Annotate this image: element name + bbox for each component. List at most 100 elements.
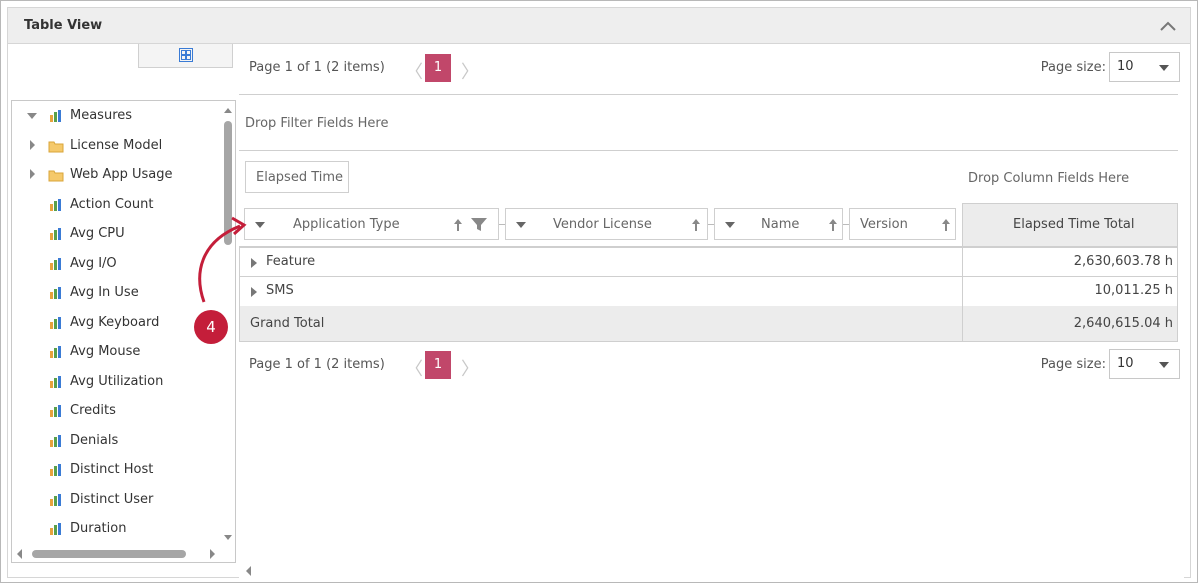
next-page-icon[interactable]: 〉 <box>461 355 479 381</box>
column-drop-area[interactable]: Drop Column Fields Here <box>968 171 1129 186</box>
grid-layout-icon <box>179 48 193 62</box>
sort-ascending-icon[interactable] <box>941 218 951 232</box>
bar-chart-icon <box>50 493 61 506</box>
field-list-item[interactable]: Measures <box>12 104 220 128</box>
page-size-value: 10 <box>1117 356 1134 371</box>
scroll-left-icon[interactable] <box>14 546 24 562</box>
field-list-item[interactable]: Avg Keyboard <box>12 311 220 335</box>
grand-total-value: 2,640,615.04 h <box>1073 316 1173 331</box>
field-list-item-label: Distinct User <box>70 491 154 507</box>
scroll-up-icon[interactable] <box>221 105 235 115</box>
next-page-icon[interactable]: 〉 <box>461 58 479 84</box>
bar-chart-icon <box>50 287 61 299</box>
expanded-arrow-icon[interactable] <box>27 110 37 120</box>
field-list-item[interactable]: License Model <box>12 134 220 158</box>
chevron-down-icon[interactable] <box>725 222 735 228</box>
grand-total-column-header: Elapsed Time Total <box>962 203 1178 247</box>
pager-summary: Page 1 of 1 (2 items) <box>249 357 385 372</box>
pager-summary: Page 1 of 1 (2 items) <box>249 60 385 75</box>
bar-chart-icon <box>50 316 61 329</box>
scroll-left-icon[interactable] <box>243 563 253 579</box>
bar-chart-icon <box>50 346 61 358</box>
expand-row-icon[interactable] <box>251 287 257 297</box>
bar-chart-icon <box>50 523 61 535</box>
row-field-label: Version <box>860 217 908 232</box>
expand-row-icon[interactable] <box>251 258 257 268</box>
scroll-down-icon[interactable] <box>221 533 235 543</box>
collapse-panel-button[interactable] <box>1158 17 1178 35</box>
field-list-item[interactable]: Distinct User <box>12 488 220 512</box>
table-row[interactable]: Feature 2,630,603.78 h <box>239 247 1178 277</box>
prev-page-icon[interactable]: 〈 <box>405 58 423 84</box>
row-value: 10,011.25 h <box>1094 283 1173 298</box>
field-list-item[interactable]: Credits <box>12 399 220 423</box>
prev-page-icon[interactable]: 〈 <box>405 355 423 381</box>
field-list-item-label: Action Count <box>70 196 154 212</box>
field-list-item-label: Avg Mouse <box>70 344 141 359</box>
pivot-grid: Duration Distinct User Distinct Host Denial… <box>7 44 1191 579</box>
bar-chart-icon <box>50 434 61 447</box>
page-button-1[interactable]: 1 <box>425 351 451 379</box>
pager-top: Page 1 of 1 (2 items) 〈 1 〉 Page size: 1… <box>239 49 1184 89</box>
chevron-up-icon <box>1160 21 1176 31</box>
scroll-right-icon[interactable] <box>208 546 218 562</box>
bar-chart-icon <box>50 110 61 122</box>
row-field-name[interactable]: Name <box>714 208 843 240</box>
sort-ascending-icon[interactable] <box>691 218 701 232</box>
field-list-item-label: Credits <box>70 403 116 418</box>
table-view-panel: Table View Duration Distinct User Distinct… <box>0 0 1198 583</box>
field-list-item-label: Measures <box>70 108 133 123</box>
cell-separator <box>962 306 963 341</box>
divider <box>239 150 1178 151</box>
row-field-label: Name <box>761 217 800 232</box>
field-list-item[interactable]: Web App Usage <box>12 163 220 187</box>
row-value: 2,630,603.78 h <box>1073 254 1173 269</box>
field-list-item-label: License Model <box>70 137 163 153</box>
cell-separator <box>962 248 963 276</box>
bar-chart-icon <box>50 257 61 270</box>
field-list-item[interactable]: Denials <box>12 429 220 453</box>
divider <box>239 94 1178 95</box>
sort-ascending-icon[interactable] <box>453 218 463 232</box>
field-list-item[interactable]: Avg Utilization <box>12 370 220 394</box>
field-list-item[interactable]: Action Count <box>12 193 220 217</box>
cell-separator <box>962 277 963 306</box>
collapsed-arrow-icon[interactable] <box>27 169 37 179</box>
row-label: Feature <box>266 254 316 269</box>
table-row[interactable]: SMS 10,011.25 h <box>239 277 1178 307</box>
chevron-down-icon[interactable] <box>255 222 265 228</box>
data-field-elapsed-time[interactable]: Elapsed Time <box>245 161 349 193</box>
field-list-item[interactable]: Duration <box>12 517 220 541</box>
field-list-horizontal-scrollbar[interactable] <box>12 546 235 562</box>
horizontal-scroll-thumb[interactable] <box>32 550 186 558</box>
row-field-application-type[interactable]: Application Type <box>244 208 499 240</box>
row-field-vendor-license[interactable]: Vendor License <box>505 208 708 240</box>
data-field-label: Elapsed Time <box>256 170 344 185</box>
sort-ascending-icon[interactable] <box>828 218 838 232</box>
chevron-down-icon <box>1159 65 1169 71</box>
filter-icon[interactable] <box>471 218 487 232</box>
field-list-item[interactable]: Distinct Host <box>12 458 220 482</box>
collapsed-arrow-icon[interactable] <box>27 139 37 150</box>
filter-drop-area[interactable]: Drop Filter Fields Here <box>245 116 388 131</box>
grand-total-row: Grand Total 2,640,615.04 h <box>239 306 1178 342</box>
field-list-item-label: Avg In Use <box>70 285 139 300</box>
panel-header: Table View <box>7 7 1191 44</box>
page-size-label: Page size: <box>1040 357 1106 372</box>
folder-icon <box>48 141 64 152</box>
page-size-select[interactable]: 10 <box>1109 52 1180 82</box>
field-list-item-label: Web App Usage <box>70 167 173 182</box>
bar-chart-icon <box>50 375 61 388</box>
field-list-item[interactable]: Avg Mouse <box>12 340 220 364</box>
row-field-label: Vendor License <box>553 217 652 232</box>
row-field-version[interactable]: Version <box>849 208 956 240</box>
field-list-item-label: Avg Keyboard <box>70 314 160 330</box>
field-list-layout-button[interactable] <box>138 44 233 68</box>
grid-horizontal-scrollbar[interactable] <box>239 563 1184 579</box>
row-field-label: Application Type <box>293 217 400 232</box>
bar-chart-icon <box>50 198 61 211</box>
page-size-select[interactable]: 10 <box>1109 349 1180 379</box>
bar-chart-icon <box>50 464 61 476</box>
page-button-1[interactable]: 1 <box>425 54 451 82</box>
chevron-down-icon[interactable] <box>516 222 526 228</box>
